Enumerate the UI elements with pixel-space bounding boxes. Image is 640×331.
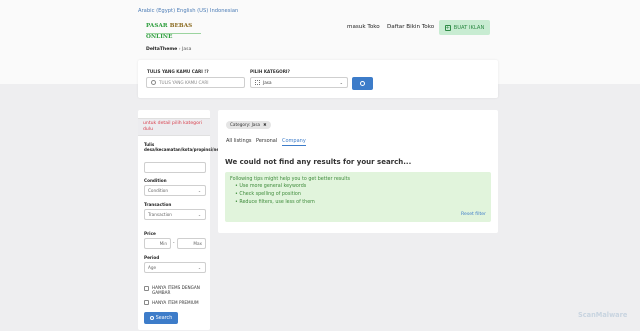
breadcrumb: DeltaTheme › Jasa — [146, 47, 191, 52]
period-label: Period — [144, 255, 160, 260]
sidebar-search-label: Search — [155, 315, 173, 321]
results-panel: Category: Jasa ✖ All listings Personal Co… — [218, 110, 498, 233]
premium-only-checkbox[interactable] — [144, 300, 149, 305]
images-only-checkbox[interactable] — [144, 286, 149, 291]
tip-text: Reduce filters, use less of them — [239, 200, 315, 205]
badge-label: Category: Jasa — [230, 122, 261, 127]
tip-item: • Use more general keywords — [235, 184, 307, 189]
breadcrumb-sep: › — [178, 47, 181, 52]
price-max-input[interactable]: Max — [177, 238, 206, 249]
search-icon — [149, 316, 154, 320]
chevron-down-icon: ⌄ — [339, 80, 343, 85]
search-placeholder: TULIS YANG KAMU CARI — [159, 80, 209, 85]
price-min-placeholder: Min — [159, 241, 167, 246]
post-ad-button[interactable]: + BUAT IKLAN — [439, 20, 490, 35]
logo-accent: BEBAS — [167, 23, 193, 29]
tip-item: • Check spelling of position — [235, 192, 301, 197]
no-results-title: We could not find any results for your s… — [225, 158, 412, 166]
query-label: TULIS YANG KAMU CARI !? — [147, 69, 209, 74]
tips-intro: Following tips might help you to get bet… — [230, 177, 351, 182]
breadcrumb-current: Jasa — [182, 47, 192, 52]
transaction-label: Transaction — [144, 202, 172, 207]
tab-company[interactable]: Company — [282, 138, 306, 146]
period-value: Age — [148, 265, 157, 270]
period-select[interactable]: Age ⌄ — [144, 262, 206, 273]
post-ad-label: BUAT IKLAN — [453, 24, 485, 31]
chevron-down-icon: ⌄ — [197, 212, 201, 217]
sidebar-search-button[interactable]: Search — [144, 312, 178, 324]
condition-value: Condition — [148, 188, 168, 193]
reset-filter-link[interactable]: Reset filter — [461, 212, 486, 217]
price-min-input[interactable]: Min — [144, 238, 171, 249]
tab-personal[interactable]: Personal — [256, 138, 277, 144]
chevron-down-icon: ⌄ — [197, 188, 201, 193]
condition-label: Condition — [144, 178, 167, 183]
breadcrumb-home[interactable]: DeltaTheme — [146, 47, 177, 52]
premium-only-label: HANYA ITEM PREMIUM — [152, 300, 199, 305]
logo-main: PASAR — [146, 23, 168, 29]
login-link[interactable]: masuk Toko — [347, 24, 380, 30]
filter-sidebar: untuk detail pilih kategori dulu Tulis d… — [138, 110, 230, 330]
category-label: PILIH KATEGORI? — [250, 69, 290, 74]
location-label: Tulis desa/kecamatan/kota/propinsi/negar… — [144, 142, 230, 152]
tip-text: Check spelling of position — [239, 192, 301, 197]
price-separator: - — [173, 240, 175, 245]
images-only-label: HANYA ITEMS DENGAN GAMBAR — [152, 285, 200, 295]
transaction-select[interactable]: Transaction ⌄ — [144, 209, 206, 220]
close-icon[interactable]: ✖ — [263, 122, 267, 127]
category-filter-badge[interactable]: Category: Jasa ✖ — [226, 121, 271, 129]
condition-select[interactable]: Condition ⌄ — [144, 185, 206, 196]
tips-box: Following tips might help you to get bet… — [225, 172, 491, 222]
location-input[interactable] — [144, 162, 206, 173]
category-notice: untuk detail pilih kategori dulu — [138, 118, 210, 136]
tip-text: Use more general keywords — [239, 184, 307, 189]
register-link[interactable]: Daftar Bikin Toko — [387, 24, 434, 30]
search-button[interactable] — [352, 77, 373, 90]
category-value: Jasa — [263, 80, 272, 85]
search-icon — [151, 80, 156, 85]
plus-icon: + — [444, 24, 451, 31]
category-select[interactable]: Jasa ⌄ — [250, 77, 348, 88]
price-label: Price — [144, 231, 156, 236]
chevron-down-icon: ⌄ — [197, 265, 201, 270]
price-max-placeholder: Max — [193, 241, 202, 246]
tip-item: • Reduce filters, use less of them — [235, 200, 315, 205]
search-input[interactable]: TULIS YANG KAMU CARI — [146, 77, 245, 88]
category-icon — [255, 80, 260, 85]
search-icon — [360, 81, 365, 86]
language-switcher[interactable]: Arabic (Egypt) English (US) Indonesian — [138, 8, 238, 14]
site-logo[interactable]: PASAR BEBAS ONLINE — [146, 21, 201, 40]
logo-tail: ONLINE — [146, 34, 173, 40]
transaction-value: Transaction — [148, 212, 172, 217]
watermark: ScanMalware — [578, 311, 628, 319]
tab-all-listings[interactable]: All listings — [226, 138, 251, 144]
